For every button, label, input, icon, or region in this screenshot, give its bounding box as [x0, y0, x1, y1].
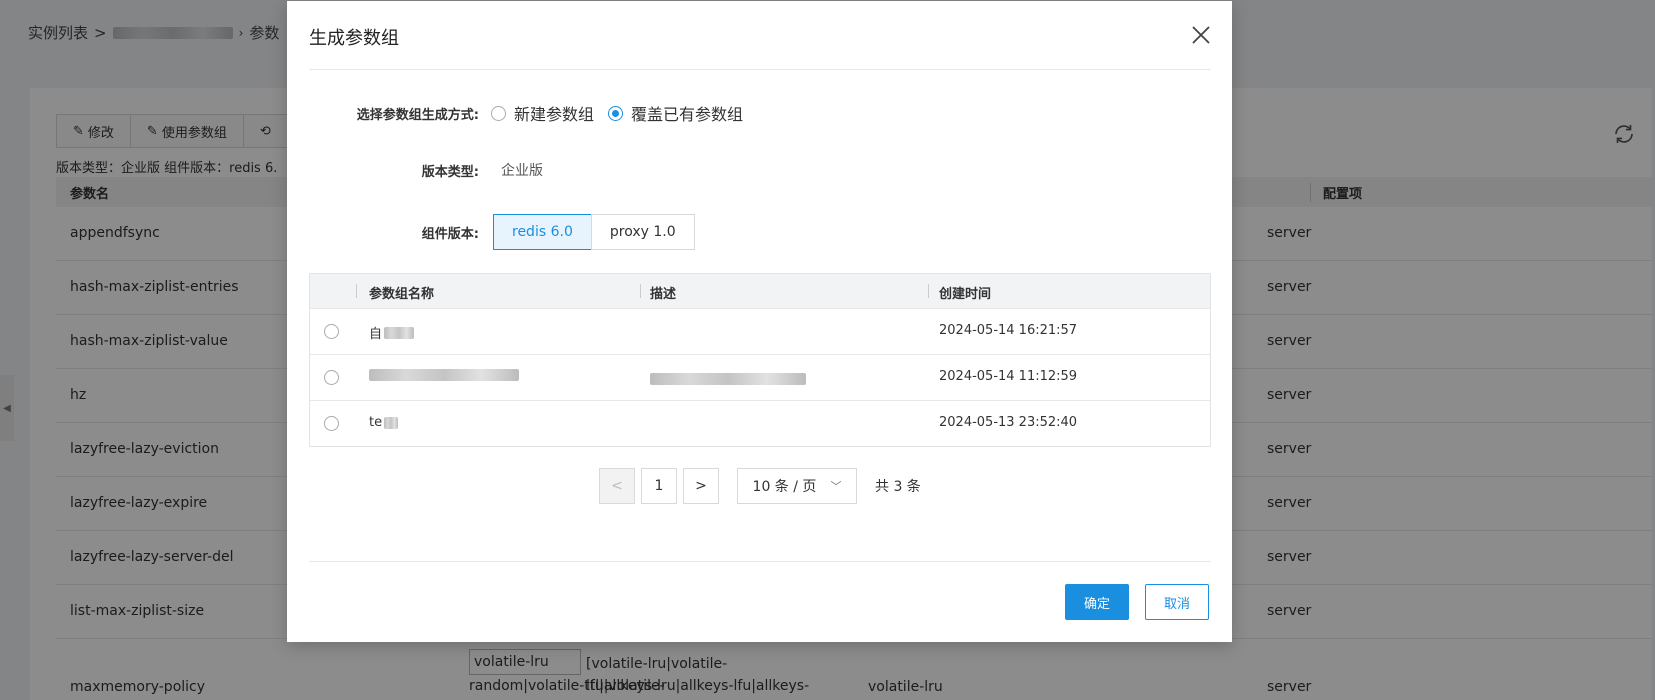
chevron-down-icon: ﹀	[830, 480, 842, 493]
component-version-selector: redis 6.0 proxy 1.0	[493, 214, 695, 250]
footer-divider	[309, 561, 1211, 562]
group-name-cell: te	[369, 415, 399, 430]
group-table: 参数组名称 描述 创建时间 自 2024-05-14 16:21:57 2024…	[309, 273, 1211, 447]
version-option-redis[interactable]: redis 6.0	[493, 214, 592, 250]
version-type-row: 版本类型: 企业版	[329, 160, 543, 180]
group-name-cell: 自	[369, 323, 415, 342]
redacted-text	[650, 373, 806, 385]
page-size-value: 10 条 / 页	[752, 479, 817, 495]
prev-page-button[interactable]: <	[599, 468, 635, 504]
page-1-button[interactable]: 1	[641, 468, 677, 504]
mode-row: 选择参数组生成方式: 新建参数组 覆盖已有参数组	[329, 101, 757, 125]
component-version-row: 组件版本: redis 6.0 proxy 1.0	[329, 214, 695, 250]
created-time: 2024-05-14 16:21:57	[939, 323, 1078, 338]
modal-title: 生成参数组	[309, 28, 399, 49]
table-row[interactable]: 自 2024-05-14 16:21:57	[310, 308, 1210, 354]
total-count: 共 3 条	[875, 479, 921, 495]
title-divider	[309, 69, 1211, 70]
version-option-proxy[interactable]: proxy 1.0	[590, 214, 695, 250]
header-description: 描述	[650, 287, 677, 302]
redacted-text	[384, 326, 415, 339]
generate-group-modal: 生成参数组 选择参数组生成方式: 新建参数组 覆盖已有参数组 版本类型: 企业版…	[287, 1, 1232, 642]
radio-circle[interactable]	[491, 105, 506, 121]
confirm-button[interactable]: 确定	[1065, 584, 1129, 620]
redacted-text	[369, 369, 519, 381]
cancel-button[interactable]: 取消	[1145, 584, 1209, 620]
radio-overwrite-group-label: 覆盖已有参数组	[631, 105, 744, 124]
table-row[interactable]: 2024-05-14 11:12:59	[310, 354, 1210, 400]
group-table-header: 参数组名称 描述 创建时间	[310, 274, 1210, 308]
group-name: te	[369, 415, 383, 430]
redacted-text	[384, 416, 399, 429]
created-time: 2024-05-13 23:52:40	[939, 415, 1078, 430]
column-divider	[356, 284, 357, 298]
next-page-button[interactable]: >	[683, 468, 719, 504]
page-size-select[interactable]: 10 条 / 页 ﹀	[737, 468, 857, 504]
group-description-cell	[650, 373, 806, 389]
radio-overwrite-group[interactable]: 覆盖已有参数组	[608, 101, 743, 125]
radio-circle-checked[interactable]	[608, 105, 624, 121]
close-icon[interactable]	[1189, 23, 1213, 47]
pagination: < 1 > 10 条 / 页 ﹀ 共 3 条	[599, 468, 921, 504]
radio-new-group[interactable]: 新建参数组	[491, 101, 594, 125]
column-divider	[928, 284, 929, 298]
column-divider	[640, 284, 641, 298]
group-name: 自	[369, 327, 383, 342]
component-version-label: 组件版本:	[421, 226, 479, 242]
mode-label: 选择参数组生成方式:	[356, 107, 479, 123]
version-type-label: 版本类型:	[421, 164, 479, 180]
row-radio[interactable]	[324, 324, 339, 339]
radio-new-group-label: 新建参数组	[514, 105, 595, 124]
row-radio[interactable]	[324, 370, 339, 385]
table-row[interactable]: te 2024-05-13 23:52:40	[310, 400, 1210, 446]
version-type-value: 企业版	[501, 163, 543, 179]
row-radio[interactable]	[324, 416, 339, 431]
header-group-name: 参数组名称	[369, 287, 435, 302]
created-time: 2024-05-14 11:12:59	[939, 369, 1078, 384]
header-created-time: 创建时间	[939, 287, 992, 302]
group-name-cell	[369, 369, 519, 381]
